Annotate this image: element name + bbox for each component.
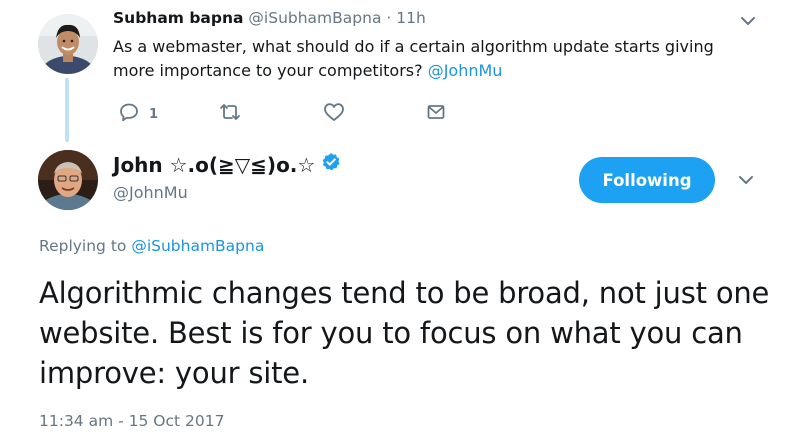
- reply-author-name[interactable]: Subham bapna: [113, 9, 243, 27]
- direct-message-icon[interactable]: [426, 102, 446, 126]
- main-tweet-text: Algorithmic changes tend to be broad, no…: [39, 276, 770, 390]
- replying-to-mention[interactable]: @iSubhamBapna: [131, 237, 264, 255]
- reply-meta-separator: ·: [381, 9, 397, 27]
- reply-tweet-header: Subham bapna @iSubhamBapna · 11h: [113, 9, 426, 27]
- thread-connector-line: [65, 78, 69, 142]
- reply-icon[interactable]: [119, 102, 139, 126]
- retweet-action[interactable]: [218, 102, 242, 126]
- main-author-handle[interactable]: @JohnMu: [113, 183, 188, 202]
- main-author-name-row: John ☆.o(≧▽≦)o.☆: [113, 152, 341, 177]
- like-action[interactable]: [323, 102, 345, 126]
- reply-time-ago[interactable]: 11h: [396, 9, 426, 27]
- following-button[interactable]: Following: [579, 157, 715, 203]
- retweet-icon[interactable]: [218, 102, 242, 126]
- reply-author-avatar[interactable]: [38, 14, 98, 74]
- verified-badge-icon: [321, 152, 341, 177]
- reply-tweet-text: As a webmaster, what should do if a cert…: [113, 35, 733, 83]
- reply-author-handle[interactable]: @iSubhamBapna: [248, 9, 381, 27]
- replying-to-prefix: Replying to: [39, 237, 132, 255]
- main-author-avatar[interactable]: [38, 150, 98, 210]
- tweet-timestamp[interactable]: 11:34 am - 15 Oct 2017: [39, 412, 224, 430]
- main-author-name[interactable]: John ☆.o(≧▽≦)o.☆: [113, 153, 315, 177]
- reply-count: 1: [149, 106, 159, 122]
- chevron-down-icon[interactable]: [736, 170, 756, 190]
- chevron-down-icon[interactable]: [738, 11, 758, 31]
- reply-tweet-mention[interactable]: @JohnMu: [428, 61, 503, 80]
- reply-tweet-body: As a webmaster, what should do if a cert…: [113, 37, 714, 80]
- replying-to-line: Replying to @iSubhamBapna: [39, 237, 264, 255]
- reply-action[interactable]: 1: [119, 102, 158, 126]
- like-icon[interactable]: [323, 102, 345, 126]
- direct-message-action[interactable]: [426, 102, 446, 126]
